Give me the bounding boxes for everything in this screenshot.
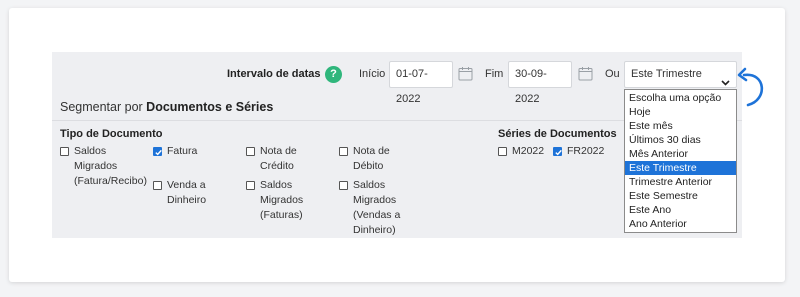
dropdown-option[interactable]: Últimos 30 dias bbox=[625, 133, 736, 147]
checkbox[interactable] bbox=[553, 147, 562, 156]
series-heading: Séries de Documentos bbox=[498, 128, 617, 140]
period-select[interactable]: Este Trimestre bbox=[624, 61, 737, 88]
checkbox-label[interactable]: Migrados bbox=[74, 159, 117, 174]
checkbox-label[interactable]: Dinheiro bbox=[167, 193, 206, 208]
dropdown-option[interactable]: Este Semestre bbox=[625, 189, 736, 203]
date-range-label: Intervalo de datas bbox=[227, 68, 321, 80]
segment-prefix: Segmentar por bbox=[60, 100, 143, 114]
curved-arrow-icon bbox=[736, 66, 768, 117]
end-date-input[interactable]: 30-09-2022 bbox=[508, 61, 572, 105]
dropdown-option[interactable]: Este mês bbox=[625, 119, 736, 133]
calendar-icon[interactable] bbox=[458, 66, 473, 81]
dropdown-option[interactable]: Este Trimestre bbox=[625, 161, 736, 175]
checkbox[interactable] bbox=[339, 147, 348, 156]
period-select-value: Este Trimestre bbox=[631, 68, 702, 80]
dropdown-option[interactable]: Mês Anterior bbox=[625, 147, 736, 161]
checkbox-label[interactable]: Dinheiro) bbox=[353, 223, 396, 238]
help-icon[interactable]: ? bbox=[325, 66, 342, 83]
checkbox-label[interactable]: FR2022 bbox=[567, 144, 604, 159]
checkbox-label[interactable]: (Faturas) bbox=[260, 208, 303, 223]
checkbox[interactable] bbox=[498, 147, 507, 156]
checkbox-label[interactable]: Migrados bbox=[260, 193, 303, 208]
end-label: Fim bbox=[485, 68, 504, 80]
checkbox-label[interactable]: (Vendas a bbox=[353, 208, 400, 223]
checkbox-label[interactable]: Migrados bbox=[353, 193, 396, 208]
checkbox-label[interactable]: Crédito bbox=[260, 159, 294, 174]
dropdown-option[interactable]: Ano Anterior bbox=[625, 217, 736, 231]
checkbox-label[interactable]: Nota de bbox=[260, 144, 297, 159]
dropdown-option[interactable]: Trimestre Anterior bbox=[625, 175, 736, 189]
checkbox-label[interactable]: (Fatura/Recibo) bbox=[74, 174, 147, 189]
checkbox[interactable] bbox=[246, 147, 255, 156]
dropdown-option[interactable]: Escolha uma opção bbox=[625, 91, 736, 105]
start-label: Início bbox=[359, 68, 386, 80]
checkbox[interactable] bbox=[60, 147, 69, 156]
checkbox-label[interactable]: Nota de bbox=[353, 144, 390, 159]
or-label: Ou bbox=[605, 68, 620, 80]
dropdown-option[interactable]: Hoje bbox=[625, 105, 736, 119]
checkbox[interactable] bbox=[153, 181, 162, 190]
checkbox-label[interactable]: M2022 bbox=[512, 144, 544, 159]
checkbox-label[interactable]: Saldos bbox=[353, 178, 385, 193]
calendar-icon[interactable] bbox=[578, 66, 593, 81]
dropdown-option[interactable]: Este Ano bbox=[625, 203, 736, 217]
doc-types-heading: Tipo de Documento bbox=[60, 128, 163, 140]
checkbox-label[interactable]: Débito bbox=[353, 159, 383, 174]
segment-strong: Documentos e Séries bbox=[146, 100, 274, 114]
checkbox-label[interactable]: Fatura bbox=[167, 144, 197, 159]
checkbox-label[interactable]: Venda a bbox=[167, 178, 206, 193]
period-dropdown-list: Escolha uma opção Hoje Este mês Últimos 30 … bbox=[624, 89, 737, 233]
checkbox-label[interactable]: Saldos bbox=[74, 144, 106, 159]
checkbox[interactable] bbox=[339, 181, 348, 190]
checkmark-icon bbox=[155, 149, 162, 156]
checkbox[interactable] bbox=[246, 181, 255, 190]
segment-title: Segmentar por Documentos e Séries bbox=[60, 100, 273, 114]
checkmark-icon bbox=[555, 149, 562, 156]
checkbox[interactable] bbox=[153, 147, 162, 156]
checkbox-label[interactable]: Saldos bbox=[260, 178, 292, 193]
start-date-input[interactable]: 01-07-2022 bbox=[389, 61, 453, 105]
